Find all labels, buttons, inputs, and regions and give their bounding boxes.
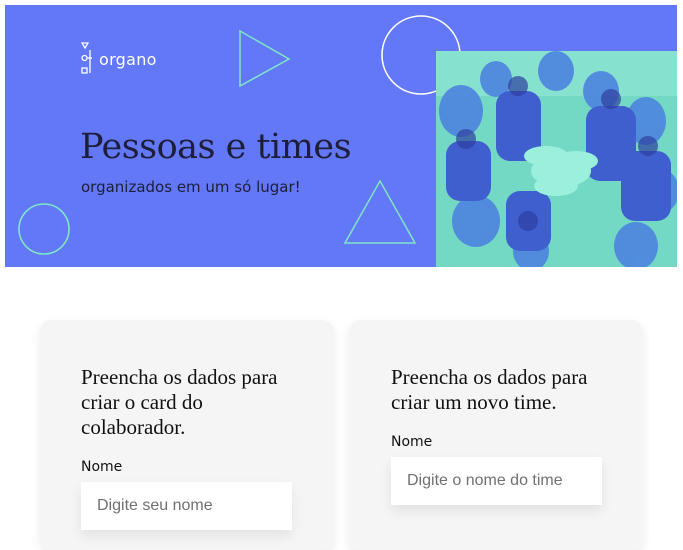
collaborator-heading-line-1: Preencha os dados para (81, 365, 278, 389)
team-hands-photo (436, 51, 677, 267)
logo-text: organo (99, 49, 157, 69)
hero-title: Pessoas e times (80, 127, 352, 167)
hero-subtitle: organizados em um só lugar! (81, 178, 301, 196)
triangle-decoration (343, 179, 417, 244)
hero-banner: organo Pessoas e times organizados em um… (5, 5, 677, 267)
collaborator-form-heading: Preencha os dados para criar o card do c… (81, 365, 278, 440)
collaborator-heading-line-3: colaborador. (81, 415, 186, 439)
team-heading-line-2: criar um novo time. (391, 390, 557, 414)
team-name-input[interactable] (391, 457, 602, 505)
collaborator-name-label: Nome (81, 459, 123, 475)
play-triangle-icon (239, 29, 291, 88)
team-name-label: Nome (391, 434, 433, 450)
logo: organo (81, 42, 157, 76)
team-form-heading: Preencha os dados para criar um novo tim… (391, 365, 588, 415)
team-heading-line-1: Preencha os dados para (391, 365, 588, 389)
collaborator-name-input[interactable] (81, 482, 292, 530)
logo-icon (81, 42, 92, 74)
collaborator-heading-line-2: criar o card do (81, 390, 203, 414)
circle-decoration-bottom (18, 203, 70, 255)
team-form-card: Preencha os dados para criar um novo tim… (349, 320, 643, 550)
collaborator-form-card: Preencha os dados para criar o card do c… (40, 320, 334, 550)
